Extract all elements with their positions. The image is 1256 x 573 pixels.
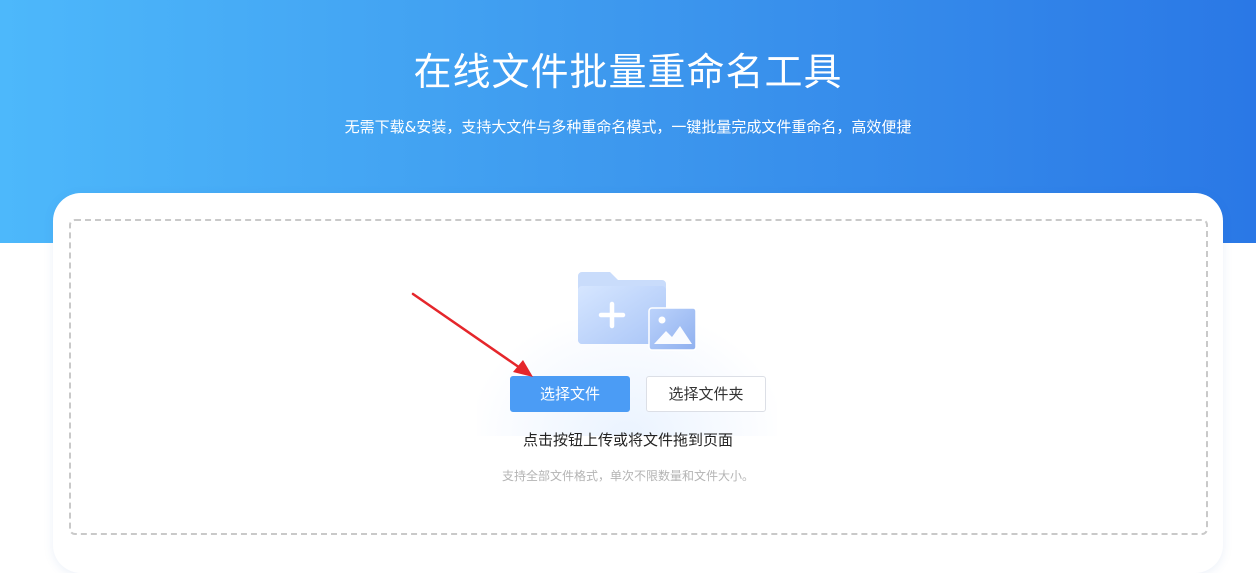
select-folder-button[interactable]: 选择文件夹 xyxy=(646,376,766,412)
page-subtitle: 无需下载&安装，支持大文件与多种重命名模式，一键批量完成文件重命名，高效便捷 xyxy=(344,118,912,136)
upload-hint: 点击按钮上传或将文件拖到页面 xyxy=(522,431,733,449)
folder-add-icon xyxy=(578,272,697,351)
red-arrow-annotation xyxy=(411,292,533,377)
image-icon xyxy=(648,307,697,351)
page-title: 在线文件批量重命名工具 xyxy=(413,50,843,94)
upload-note: 支持全部文件格式，单次不限数量和文件大小。 xyxy=(501,469,754,483)
